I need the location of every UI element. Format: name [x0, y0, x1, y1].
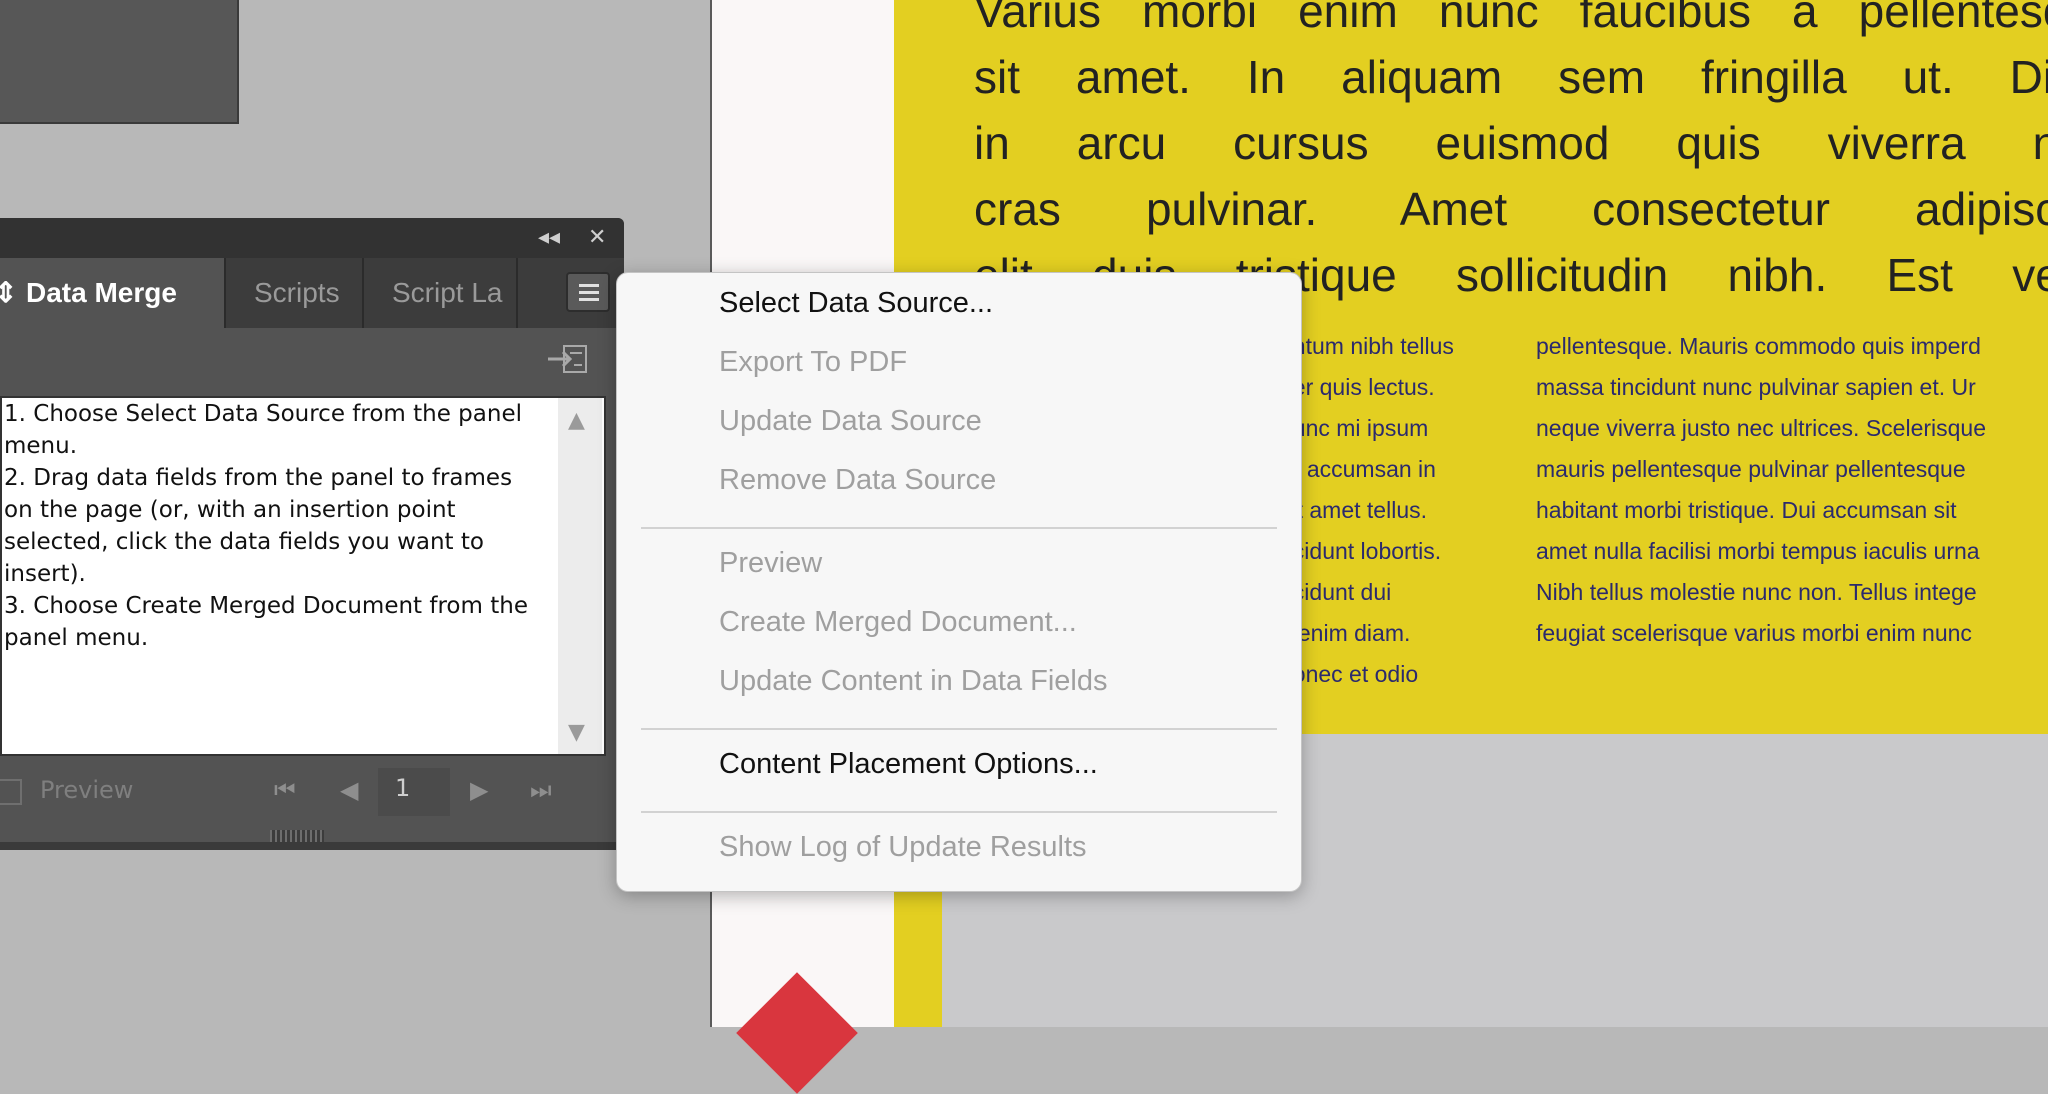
- preview-label: Preview: [40, 776, 134, 804]
- column-line: ra accumsan in: [1280, 456, 1436, 482]
- next-record-icon[interactable]: ▶: [470, 776, 488, 804]
- instruction-line: 3. Choose Create Merged Document from th…: [4, 593, 528, 619]
- close-icon[interactable]: ✕: [588, 218, 606, 258]
- preview-checkbox[interactable]: [0, 779, 22, 805]
- menu-item-update-data-source[interactable]: Update Data Source: [719, 405, 982, 438]
- heading-text: Varius morbi enim nunc faucibus a pellen…: [974, 0, 2048, 308]
- body-column-1: entum nibh tellus per quis lectus. nunc …: [1280, 326, 1454, 695]
- menu-item-select-data-source[interactable]: Select Data Source...: [719, 287, 993, 320]
- column-line: entum nibh tellus: [1280, 333, 1454, 359]
- menu-separator: [641, 811, 1277, 813]
- double-chevron-left-icon[interactable]: ◂◂: [538, 218, 560, 258]
- menu-item-update-content-in-data-fields[interactable]: Update Content in Data Fields: [719, 665, 1108, 698]
- heading-line: cras pulvinar. Amet consectetur adipisci…: [974, 183, 2048, 235]
- tab-scripts[interactable]: Scripts: [254, 258, 340, 328]
- sort-arrows-icon: ⇕: [0, 277, 18, 308]
- tab-divider: [362, 258, 364, 328]
- instruction-line: menu.: [4, 433, 78, 459]
- column-line: ncidunt lobortis.: [1280, 538, 1442, 564]
- column-line: per quis lectus.: [1280, 374, 1435, 400]
- gray-image-frame[interactable]: [0, 0, 239, 124]
- menu-item-create-merged-document[interactable]: Create Merged Document...: [719, 606, 1077, 639]
- column-line: mauris pellentesque pulvinar pellentesqu…: [1536, 456, 1966, 482]
- instructions-scrollbar[interactable]: [558, 398, 602, 754]
- column-line: sit amet tellus.: [1280, 497, 1427, 523]
- column-line: c enim diam.: [1280, 620, 1411, 646]
- menu-item-content-placement-options[interactable]: Content Placement Options...: [719, 748, 1098, 781]
- menu-item-remove-data-source[interactable]: Remove Data Source: [719, 464, 996, 497]
- instruction-line: insert).: [4, 561, 86, 587]
- heading-line: sit amet. In aliquam sem fringilla ut. D…: [974, 51, 2048, 103]
- heading-line: Varius morbi enim nunc faucibus a pellen…: [974, 0, 2048, 37]
- column-line: neque viverra justo nec ultrices. Sceler…: [1536, 415, 1987, 441]
- tab-data-merge-label: Data Merge: [26, 277, 177, 308]
- instruction-line: on the page (or, with an insertion point: [4, 497, 456, 523]
- menu-separator: [641, 728, 1277, 730]
- heading-line: in arcu cursus euismod quis viverra nib: [974, 117, 2048, 169]
- previous-record-icon[interactable]: ◀: [340, 776, 358, 804]
- panel-titlebar[interactable]: [0, 218, 624, 258]
- column-line: massa tincidunt nunc pulvinar sapien et.…: [1536, 374, 1976, 400]
- tab-divider: [224, 258, 226, 328]
- column-line: habitant morbi tristique. Dui accumsan s…: [1536, 497, 1957, 523]
- menu-item-preview[interactable]: Preview: [719, 547, 822, 580]
- record-number: 1: [395, 774, 411, 802]
- scroll-down-arrow-icon[interactable]: ▼: [568, 720, 585, 745]
- record-number-field[interactable]: [378, 768, 450, 816]
- resize-grip[interactable]: [270, 830, 324, 842]
- menu-item-show-log-of-update-results[interactable]: Show Log of Update Results: [719, 831, 1087, 864]
- column-line: ncidunt dui: [1280, 579, 1392, 605]
- column-line: Nibh tellus molestie nunc non. Tellus in…: [1536, 579, 1977, 605]
- panel-flyout-menu: Select Data Source... Export To PDF Upda…: [616, 272, 1302, 892]
- tab-divider: [516, 258, 518, 328]
- body-column-2: pellentesque. Mauris commodo quis imperd…: [1536, 326, 1986, 654]
- instruction-line: 2. Drag data fields from the panel to fr…: [4, 465, 513, 491]
- scroll-up-arrow-icon[interactable]: ▲: [568, 408, 585, 433]
- instructions-text: 1. Choose Select Data Source from the pa…: [4, 398, 564, 654]
- tab-script-label[interactable]: Script La: [392, 258, 514, 328]
- panel-bottom-edge: [0, 842, 618, 850]
- column-line: pellentesque. Mauris commodo quis imperd: [1536, 333, 1981, 359]
- instruction-line: 1. Choose Select Data Source from the pa…: [4, 401, 522, 427]
- insert-field-icon[interactable]: [546, 342, 590, 376]
- menu-item-export-to-pdf[interactable]: Export To PDF: [719, 346, 907, 379]
- instruction-line: panel menu.: [4, 625, 149, 651]
- column-line: feugiat scelerisque varius morbi enim nu…: [1536, 620, 1972, 646]
- first-record-icon[interactable]: ⏮: [274, 776, 296, 804]
- last-record-icon[interactable]: ⏭: [530, 776, 552, 804]
- column-line: amet nulla facilisi morbi tempus iaculis…: [1536, 538, 1980, 564]
- column-line: donec et odio: [1280, 661, 1419, 687]
- panel-menu-button[interactable]: [566, 272, 610, 312]
- menu-separator: [641, 527, 1277, 529]
- column-line: nunc mi ipsum: [1280, 415, 1429, 441]
- instruction-line: selected, click the data fields you want…: [4, 529, 484, 555]
- hamburger-icon: [579, 284, 599, 287]
